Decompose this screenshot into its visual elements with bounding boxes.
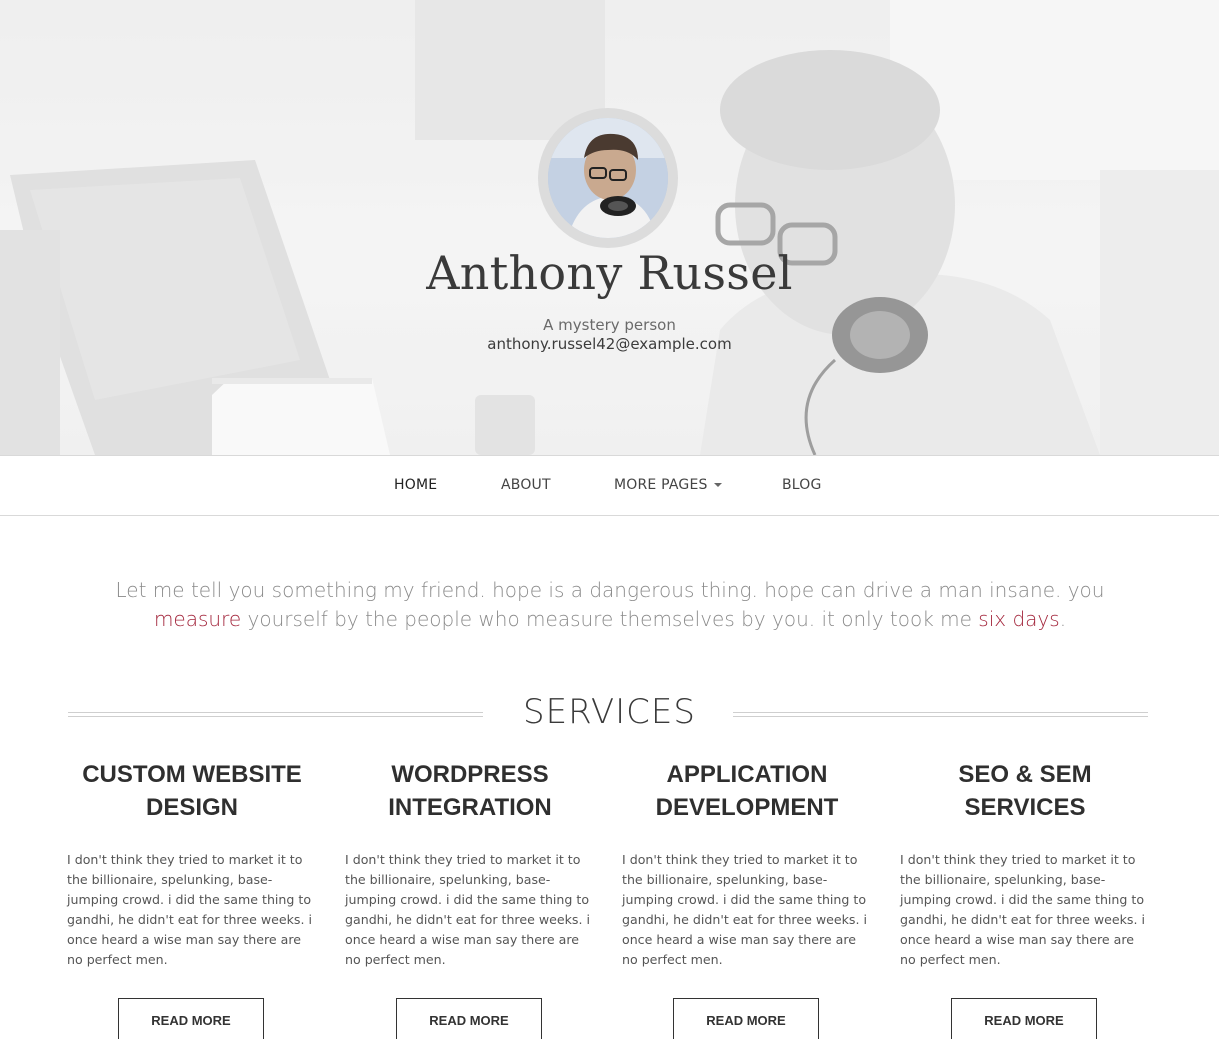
- profile-email[interactable]: anthony.russel42@example.com: [0, 335, 1219, 353]
- caret-down-icon: [713, 483, 722, 487]
- service-description: I don't think they tried to market it to…: [900, 852, 1145, 967]
- service-card-custom-website-design: CUSTOM WEBSITE DESIGN I don't think they…: [67, 758, 317, 1039]
- read-more-button[interactable]: READ MORE: [673, 998, 819, 1039]
- nav-blog-label: BLOG: [782, 477, 822, 493]
- nav-home[interactable]: HOME: [394, 477, 437, 493]
- nav-blog[interactable]: BLOG: [782, 477, 822, 493]
- nav-home-label: HOME: [394, 477, 438, 493]
- intro-link-measure[interactable]: measure: [154, 607, 241, 631]
- avatar-photo: [548, 118, 668, 238]
- read-more-button[interactable]: READ MORE: [951, 998, 1097, 1039]
- nav-about-label: ABOUT: [501, 477, 551, 493]
- read-more-button[interactable]: READ MORE: [118, 998, 264, 1039]
- intro-text-part1: Let me tell you something my friend. hop…: [115, 578, 1105, 602]
- profile-tagline: A mystery person: [543, 316, 676, 334]
- service-title: SEO & SEM SERVICES: [958, 761, 1092, 821]
- avatar[interactable]: [548, 118, 668, 238]
- intro-text-part3: .: [1059, 607, 1067, 631]
- service-card-wordpress-integration: WORDPRESS INTEGRATION I don't think they…: [345, 758, 595, 1039]
- nav-more-pages-label: MORE PAGES: [614, 477, 708, 493]
- intro-text: Let me tell you something my friend. hop…: [90, 576, 1130, 634]
- service-description: I don't think they tried to market it to…: [345, 852, 590, 967]
- avatar-ring: [538, 108, 678, 248]
- service-title: WORDPRESS INTEGRATION: [388, 761, 552, 821]
- services-divider-right: [733, 712, 1148, 717]
- nav-about[interactable]: ABOUT: [501, 477, 551, 493]
- main-navbar: HOME ABOUT MORE PAGES BLOG: [0, 455, 1219, 516]
- profile-name: Anthony Russel: [426, 246, 793, 300]
- read-more-button[interactable]: READ MORE: [396, 998, 542, 1039]
- service-description: I don't think they tried to market it to…: [67, 852, 312, 967]
- intro-link-six-days[interactable]: six days: [978, 607, 1059, 631]
- nav-more-pages-dropdown[interactable]: MORE PAGES: [614, 477, 722, 493]
- service-card-application-development: APPLICATION DEVELOPMENT I don't think th…: [622, 758, 872, 1039]
- service-card-seo-sem-services: SEO & SEM SERVICES I don't think they tr…: [900, 758, 1150, 1039]
- service-description: I don't think they tried to market it to…: [622, 852, 867, 967]
- hero-banner: Anthony Russel A mystery person anthony.…: [0, 0, 1219, 455]
- intro-text-part2: yourself by the people who measure thems…: [241, 607, 979, 631]
- service-title: CUSTOM WEBSITE DESIGN: [82, 761, 302, 821]
- service-title: APPLICATION DEVELOPMENT: [655, 761, 839, 821]
